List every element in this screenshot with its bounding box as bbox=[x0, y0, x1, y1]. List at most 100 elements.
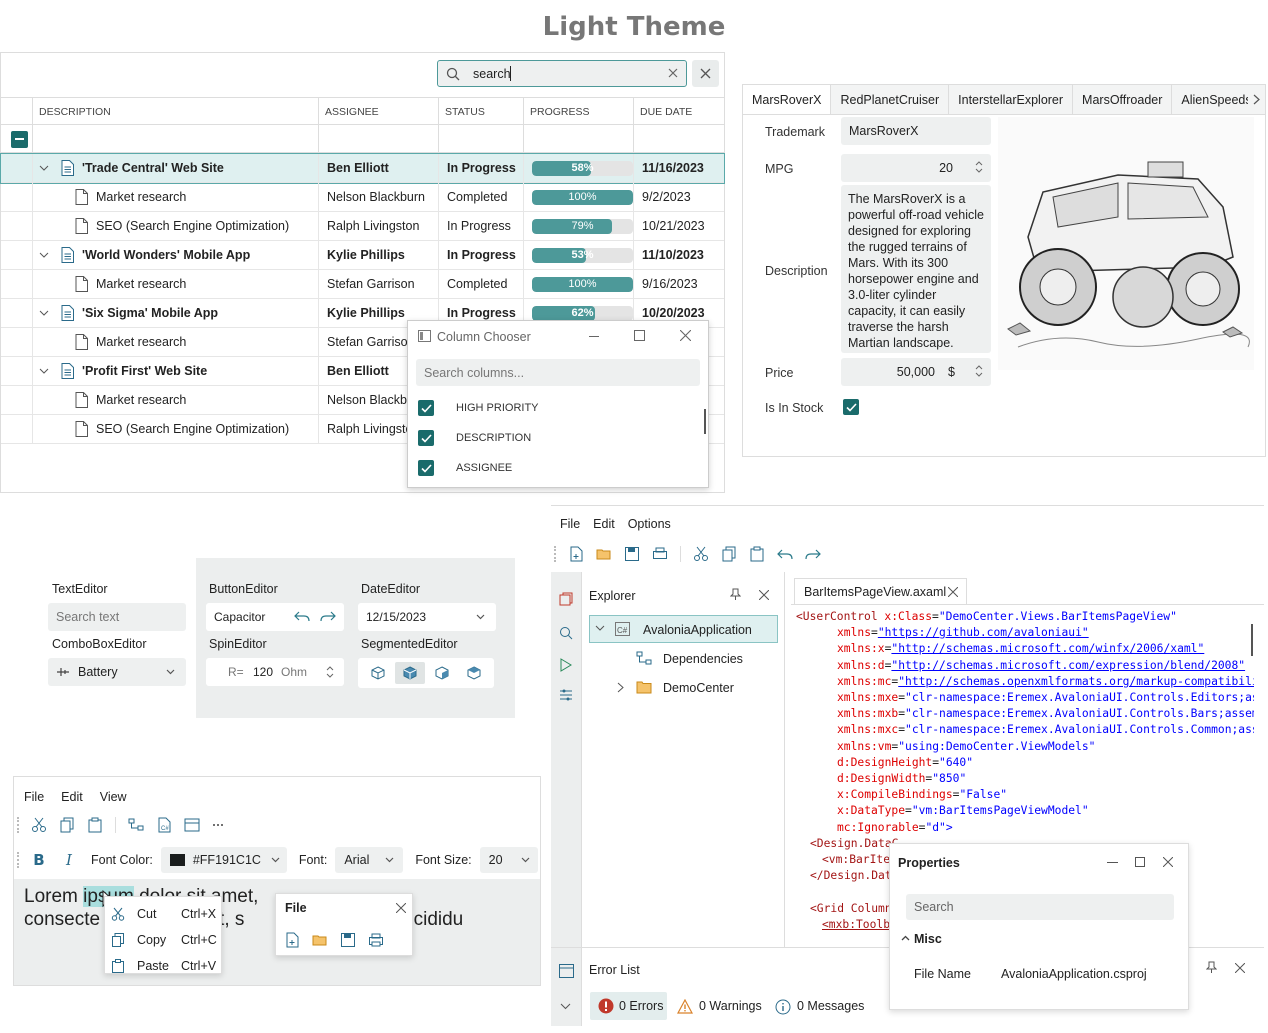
cube-front-icon[interactable] bbox=[363, 662, 393, 684]
properties-search[interactable]: Search bbox=[906, 894, 1174, 920]
tab-marsroverx[interactable]: MarsRoverX bbox=[743, 85, 832, 114]
property-value[interactable]: AvaloniaApplication.csproj bbox=[1001, 967, 1147, 981]
run-icon[interactable] bbox=[560, 658, 572, 672]
checkbox[interactable] bbox=[418, 430, 434, 446]
menu-edit[interactable]: Edit bbox=[593, 517, 615, 531]
spin-arrows-icon[interactable] bbox=[975, 364, 983, 378]
open-folder-icon[interactable] bbox=[596, 546, 612, 562]
error-list-icon[interactable] bbox=[559, 964, 574, 978]
menu-view[interactable]: View bbox=[100, 790, 127, 804]
csharp-file-icon[interactable]: C# bbox=[156, 817, 172, 833]
save-icon[interactable] bbox=[340, 932, 356, 948]
column-search-input[interactable]: Search columns... bbox=[416, 359, 700, 386]
font-size-select[interactable]: 20 bbox=[479, 847, 538, 873]
search-icon[interactable] bbox=[559, 626, 573, 640]
spin-arrows-icon[interactable] bbox=[975, 160, 983, 174]
close-icon[interactable] bbox=[759, 590, 769, 600]
save-icon[interactable] bbox=[624, 546, 640, 562]
cube-top-icon[interactable] bbox=[395, 662, 425, 684]
undo-icon[interactable] bbox=[294, 610, 310, 623]
maximize-icon[interactable] bbox=[634, 330, 645, 341]
chevron-down-icon[interactable] bbox=[39, 310, 49, 317]
text-editor-input[interactable]: Search text bbox=[48, 603, 186, 631]
column-header-progress[interactable]: PROGRESS bbox=[524, 98, 634, 126]
context-menu-item[interactable]: Cut Ctrl+X bbox=[111, 904, 217, 924]
price-spin[interactable]: 50,000 $ bbox=[841, 358, 991, 386]
errors-filter[interactable]: 0 Errors bbox=[590, 992, 667, 1020]
chevron-right-icon[interactable] bbox=[617, 682, 624, 693]
print-icon[interactable] bbox=[368, 932, 384, 948]
cube-side-icon[interactable] bbox=[427, 662, 457, 684]
table-row[interactable]: 'Trade Central' Web Site Ben Elliott In Pr… bbox=[0, 153, 725, 184]
column-chooser-item[interactable]: DESCRIPTION bbox=[418, 430, 531, 446]
paste-icon[interactable] bbox=[87, 817, 103, 833]
restore-icon[interactable] bbox=[1135, 857, 1145, 867]
clear-icon[interactable] bbox=[668, 68, 678, 78]
column-chooser-item[interactable]: ASSIGNEE bbox=[418, 460, 512, 476]
window-layout-icon[interactable] bbox=[184, 817, 200, 833]
copy-icon[interactable] bbox=[59, 817, 75, 833]
menu-options[interactable]: Options bbox=[628, 517, 671, 531]
tab-redplanetcruiser[interactable]: RedPlanetCruiser bbox=[831, 85, 950, 114]
table-row[interactable]: 'World Wonders' Mobile App Kylie Phillips… bbox=[1, 240, 724, 270]
close-icon[interactable] bbox=[1163, 857, 1173, 867]
debug-icon[interactable] bbox=[559, 688, 573, 702]
cube-corner-icon[interactable] bbox=[459, 662, 489, 684]
chevron-down-icon[interactable] bbox=[39, 368, 49, 375]
scrollbar-thumb[interactable] bbox=[704, 409, 706, 434]
chevron-right-icon[interactable] bbox=[1248, 85, 1265, 114]
explorer-icon[interactable] bbox=[559, 592, 573, 606]
italic-icon[interactable]: I bbox=[59, 851, 79, 869]
code-scrollbar[interactable] bbox=[1251, 624, 1253, 656]
bold-icon[interactable]: B bbox=[27, 851, 51, 869]
column-header-due-date[interactable]: DUE DATE bbox=[634, 98, 724, 126]
mpg-spin[interactable]: 20 bbox=[841, 154, 991, 182]
chevron-down-icon[interactable] bbox=[595, 625, 605, 632]
chevron-down-icon[interactable] bbox=[166, 669, 175, 675]
combo-editor[interactable]: Battery bbox=[48, 658, 186, 686]
column-header-status[interactable]: STATUS bbox=[439, 98, 524, 126]
tree-item-democenter[interactable]: DemoCenter bbox=[663, 681, 734, 695]
search-box[interactable]: search bbox=[437, 60, 687, 87]
close-search-button[interactable] bbox=[692, 60, 719, 87]
in-stock-checkbox[interactable] bbox=[843, 399, 859, 415]
pin-icon[interactable] bbox=[730, 588, 741, 601]
warnings-count[interactable]: 0 Warnings bbox=[699, 999, 762, 1013]
table-row[interactable]: Market research Stefan Garrison Completed 1… bbox=[1, 269, 724, 299]
document-tab[interactable]: BarItemsPageView.axaml bbox=[794, 578, 967, 604]
close-icon[interactable] bbox=[396, 903, 406, 913]
font-select[interactable]: Arial bbox=[335, 847, 404, 873]
redo-icon[interactable] bbox=[805, 548, 821, 561]
tree-item-dependencies[interactable]: Dependencies bbox=[663, 652, 743, 666]
cut-icon[interactable] bbox=[693, 546, 709, 562]
font-color-picker[interactable]: #FF191C1C bbox=[160, 847, 287, 873]
close-icon[interactable] bbox=[1235, 963, 1245, 973]
menu-edit[interactable]: Edit bbox=[61, 790, 83, 804]
minimize-icon[interactable] bbox=[589, 336, 599, 337]
close-icon[interactable] bbox=[948, 587, 958, 597]
paste-icon[interactable] bbox=[749, 546, 765, 562]
pin-icon[interactable] bbox=[1206, 961, 1217, 974]
tab-interstellarexplorer[interactable]: InterstellarExplorer bbox=[949, 85, 1074, 114]
messages-count[interactable]: 0 Messages bbox=[797, 999, 864, 1013]
chevron-up-icon[interactable] bbox=[901, 935, 910, 941]
new-file-icon[interactable] bbox=[568, 546, 584, 562]
collapse-all-button[interactable] bbox=[11, 131, 28, 148]
tree-item-avaloniaapplication[interactable]: C# AvaloniaApplication bbox=[589, 615, 778, 643]
table-row[interactable]: Market research Nelson Blackburn Completed… bbox=[1, 182, 724, 212]
minimize-icon[interactable] bbox=[1107, 862, 1118, 863]
redo-icon[interactable] bbox=[320, 610, 336, 623]
tab-alienspeedster[interactable]: AlienSpeedste bbox=[1172, 85, 1249, 114]
print-icon[interactable] bbox=[652, 546, 668, 562]
table-row[interactable]: SEO (Search Engine Optimization) Ralph Li… bbox=[1, 211, 724, 241]
chevron-down-icon[interactable] bbox=[39, 252, 49, 259]
chevron-down-icon[interactable] bbox=[39, 165, 49, 172]
date-editor[interactable]: 12/15/2023 bbox=[358, 603, 496, 631]
context-menu-item[interactable]: Copy Ctrl+C bbox=[111, 930, 217, 950]
chevron-down-icon[interactable] bbox=[476, 614, 485, 620]
column-header-description[interactable]: DESCRIPTION bbox=[33, 98, 319, 126]
button-editor[interactable]: Capacitor bbox=[206, 603, 344, 631]
search-input[interactable]: search bbox=[473, 67, 511, 81]
close-icon[interactable] bbox=[680, 330, 691, 341]
spin-arrows-icon[interactable] bbox=[326, 665, 334, 679]
